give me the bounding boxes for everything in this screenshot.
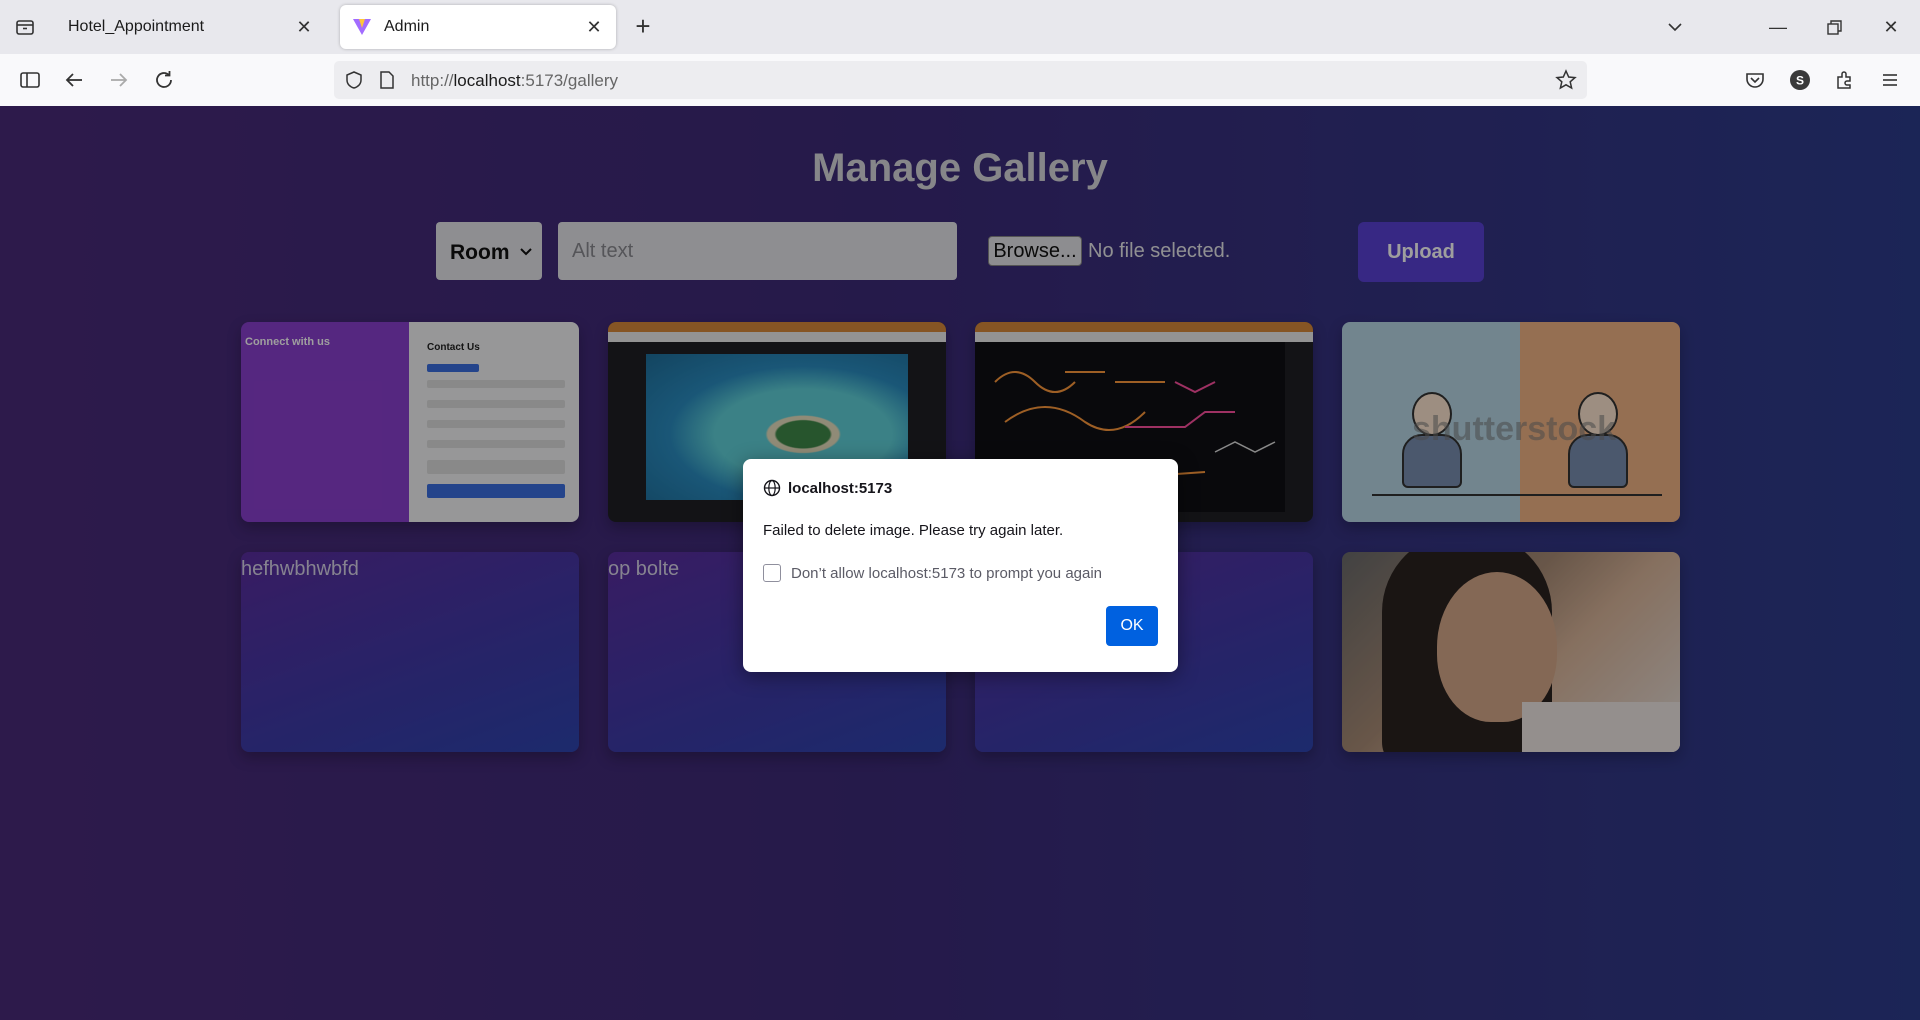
- tab-list-icon[interactable]: [14, 16, 36, 38]
- url-text: http://localhost:5173/gallery: [411, 71, 618, 90]
- dialog-message: Failed to delete image. Please try again…: [763, 522, 1064, 539]
- alert-dialog: localhost:5173 Failed to delete image. P…: [743, 459, 1178, 672]
- pocket-icon[interactable]: [1743, 68, 1767, 92]
- svg-text:S: S: [1796, 74, 1804, 88]
- sidebar-toggle-icon[interactable]: [18, 68, 42, 92]
- account-avatar-icon[interactable]: S: [1788, 68, 1812, 92]
- ok-button[interactable]: OK: [1106, 606, 1158, 646]
- browser-nav-bar: http://localhost:5173/gallery S: [0, 54, 1920, 107]
- menu-hamburger-icon[interactable]: [1878, 68, 1902, 92]
- tab-admin[interactable]: Admin ✕: [340, 5, 616, 49]
- tab-hotel-appointment[interactable]: Hotel_Appointment ✕: [54, 5, 326, 49]
- close-window-icon[interactable]: ✕: [1878, 14, 1904, 40]
- address-bar[interactable]: http://localhost:5173/gallery: [334, 61, 1587, 99]
- extensions-icon[interactable]: [1833, 68, 1857, 92]
- restore-icon[interactable]: [1821, 14, 1847, 40]
- page-content: Manage Gallery Room Browse... No file se…: [0, 106, 1920, 1020]
- new-tab-icon[interactable]: +: [630, 13, 656, 40]
- reload-icon[interactable]: [152, 68, 176, 92]
- tab-label: Hotel_Appointment: [68, 18, 205, 35]
- suppress-prompt-label[interactable]: Don’t allow localhost:5173 to prompt you…: [791, 565, 1102, 582]
- back-arrow-icon[interactable]: [62, 68, 86, 92]
- close-tab-icon[interactable]: ✕: [584, 17, 604, 37]
- suppress-prompt-checkbox[interactable]: [763, 564, 781, 582]
- page-info-icon[interactable]: [378, 70, 396, 95]
- list-all-tabs-icon[interactable]: [1662, 14, 1688, 40]
- globe-icon: [763, 479, 781, 497]
- forward-arrow-icon[interactable]: [107, 68, 131, 92]
- tab-label: Admin: [384, 18, 430, 35]
- bookmark-star-icon[interactable]: [1555, 69, 1577, 96]
- dialog-origin: localhost:5173: [788, 480, 893, 497]
- minimize-icon[interactable]: —: [1765, 14, 1791, 40]
- tracking-shield-icon[interactable]: [344, 70, 364, 95]
- vite-logo-icon: [352, 18, 372, 36]
- close-tab-icon[interactable]: ✕: [294, 17, 314, 37]
- browser-tab-bar: Hotel_Appointment ✕ Admin ✕ + — ✕: [0, 0, 1920, 54]
